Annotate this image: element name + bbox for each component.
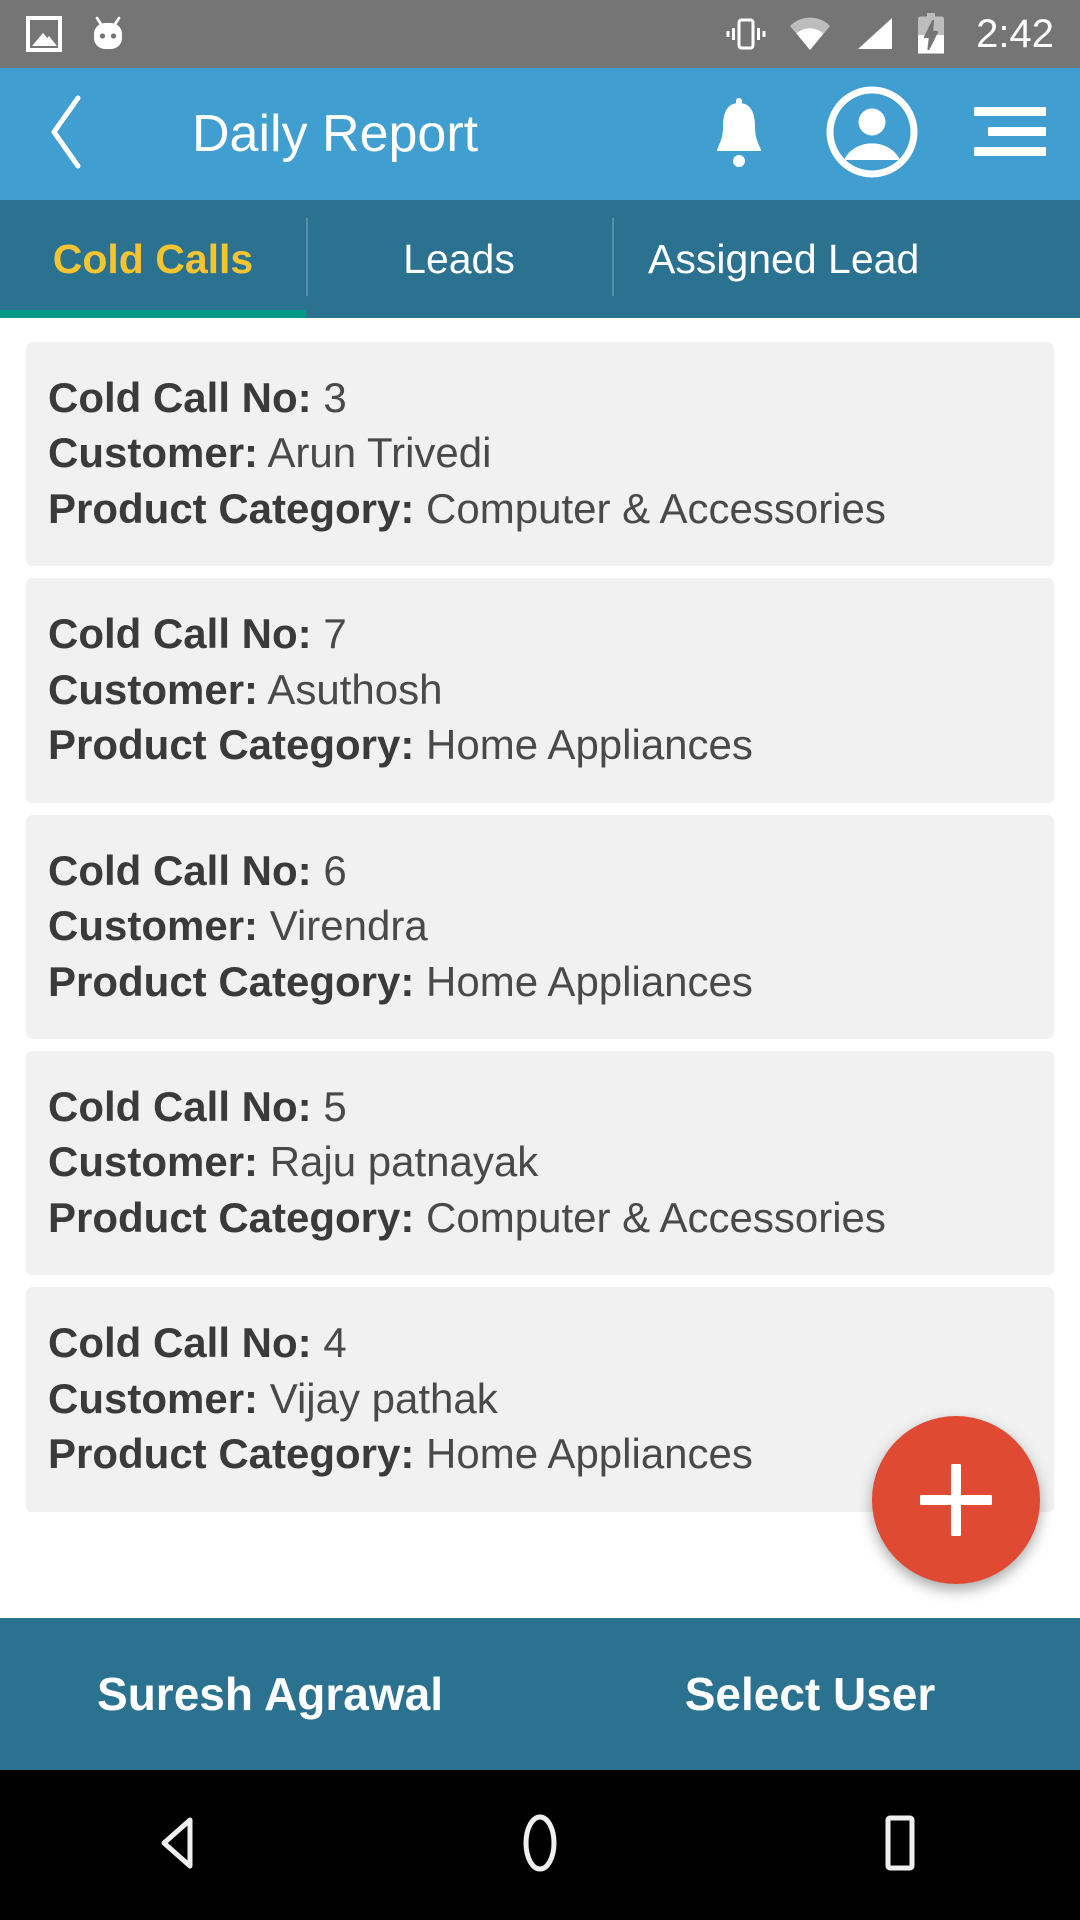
add-cold-call-fab[interactable]	[872, 1416, 1040, 1584]
android-navigation-bar	[0, 1770, 1080, 1920]
cold-call-no-row: Cold Call No: 3	[26, 370, 1054, 425]
phone-screen: 2:42 Daily Report Cold Calls Leads Assig…	[0, 0, 1080, 1920]
profile-button[interactable]	[826, 86, 918, 183]
list-item[interactable]: Cold Call No: 3 Customer: Arun Trivedi P…	[26, 342, 1054, 567]
customer-label: Customer:	[48, 902, 259, 950]
battery-charging-icon	[916, 13, 946, 55]
cold-call-no-label: Cold Call No:	[48, 846, 312, 894]
customer-label: Customer:	[48, 665, 259, 713]
status-bar-clock: 2:42	[976, 12, 1054, 56]
product-category-label: Product Category:	[48, 484, 415, 532]
customer-row: Customer: Virendra	[26, 898, 1054, 953]
customer-value: Asuthosh	[267, 665, 443, 713]
customer-row: Customer: Vijay pathak	[26, 1371, 1054, 1426]
product-category-value: Computer & Accessories	[426, 484, 886, 532]
customer-label: Customer:	[48, 1138, 259, 1186]
tab-bar: Cold Calls Leads Assigned Lead	[0, 200, 1080, 318]
product-category-row: Product Category: Computer & Accessories	[26, 1190, 1054, 1245]
product-category-label: Product Category:	[48, 721, 415, 769]
cold-call-no-value: 3	[323, 374, 347, 421]
vibrate-icon	[724, 14, 768, 54]
android-mascot-icon	[88, 11, 128, 58]
notifications-button[interactable]	[708, 97, 770, 172]
cold-call-no-label: Cold Call No:	[48, 1082, 312, 1130]
nav-back-button[interactable]	[105, 1770, 255, 1920]
bottom-bar: Suresh Agrawal Select User	[0, 1618, 1080, 1770]
product-category-value: Home Appliances	[426, 721, 753, 769]
app-bar: Daily Report	[0, 68, 1080, 200]
square-recents-icon	[874, 1814, 926, 1877]
product-category-row: Product Category: Home Appliances	[26, 954, 1054, 1009]
product-category-label: Product Category:	[48, 957, 415, 1005]
cold-call-no-row: Cold Call No: 7	[26, 606, 1054, 661]
tab-cold-calls[interactable]: Cold Calls	[0, 200, 306, 318]
tab-label: Cold Calls	[52, 235, 254, 282]
status-bar-left-icons	[26, 11, 128, 58]
list-item[interactable]: Cold Call No: 7 Customer: Asuthosh Produ…	[26, 578, 1054, 803]
select-user-button[interactable]: Select User	[540, 1671, 1080, 1717]
bell-icon	[708, 97, 770, 172]
customer-row: Customer: Asuthosh	[26, 662, 1054, 717]
product-category-row: Product Category: Home Appliances	[26, 717, 1054, 772]
circle-home-icon	[512, 1811, 568, 1880]
list-item[interactable]: Cold Call No: 5 Customer: Raju patnayak …	[26, 1050, 1054, 1276]
tab-label: Leads	[403, 235, 515, 282]
status-bar: 2:42	[0, 0, 1080, 68]
plus-icon	[920, 1464, 992, 1536]
wifi-icon	[788, 16, 832, 52]
cold-call-no-value: 6	[323, 846, 347, 894]
tab-active-indicator	[0, 310, 306, 318]
cold-call-no-value: 4	[323, 1319, 347, 1367]
product-category-row: Product Category: Computer & Accessories	[26, 481, 1054, 536]
page-title: Daily Report	[192, 105, 479, 163]
tab-leads[interactable]: Leads	[306, 200, 612, 318]
product-category-value: Computer & Accessories	[426, 1193, 886, 1241]
triangle-back-icon	[152, 1814, 208, 1877]
back-button[interactable]	[44, 89, 114, 179]
customer-value: Vijay pathak	[269, 1374, 498, 1422]
nav-recents-button[interactable]	[825, 1770, 975, 1920]
cold-call-no-label: Cold Call No:	[48, 1319, 312, 1367]
cold-call-no-value: 7	[323, 610, 347, 658]
customer-value: Virendra	[269, 902, 428, 950]
customer-row: Customer: Arun Trivedi	[26, 425, 1054, 480]
menu-button[interactable]	[974, 101, 1046, 168]
chevron-left-icon	[44, 94, 92, 175]
tab-assigned-lead[interactable]: Assigned Lead	[612, 200, 1080, 318]
app-bar-actions	[708, 86, 1046, 183]
product-category-label: Product Category:	[48, 1193, 415, 1241]
cold-call-no-label: Cold Call No:	[48, 374, 312, 421]
cold-call-no-row: Cold Call No: 4	[26, 1315, 1054, 1370]
list-item[interactable]: Cold Call No: 6 Customer: Virendra Produ…	[26, 814, 1054, 1039]
customer-value: Raju patnayak	[269, 1138, 539, 1186]
hamburger-menu-icon	[974, 101, 1046, 168]
photo-icon	[26, 16, 62, 52]
tab-label: Assigned Lead	[648, 235, 920, 282]
signal-icon	[852, 15, 896, 53]
product-category-value: Home Appliances	[426, 1430, 753, 1478]
customer-row: Customer: Raju patnayak	[26, 1134, 1054, 1189]
status-bar-right-icons: 2:42	[724, 13, 1054, 55]
cold-calls-list[interactable]: Cold Call No: 3 Customer: Arun Trivedi P…	[0, 318, 1080, 1618]
customer-label: Customer:	[48, 1374, 259, 1422]
product-category-value: Home Appliances	[426, 957, 753, 1005]
nav-home-button[interactable]	[465, 1770, 615, 1920]
cold-call-no-row: Cold Call No: 6	[26, 843, 1054, 898]
current-user-name[interactable]: Suresh Agrawal	[0, 1671, 540, 1717]
cold-call-no-label: Cold Call No:	[48, 610, 312, 658]
customer-label: Customer:	[48, 429, 259, 477]
cold-call-no-row: Cold Call No: 5	[26, 1079, 1054, 1134]
product-category-label: Product Category:	[48, 1430, 415, 1478]
cold-call-no-value: 5	[323, 1082, 347, 1130]
customer-value: Arun Trivedi	[267, 429, 492, 477]
account-circle-icon	[826, 86, 918, 183]
